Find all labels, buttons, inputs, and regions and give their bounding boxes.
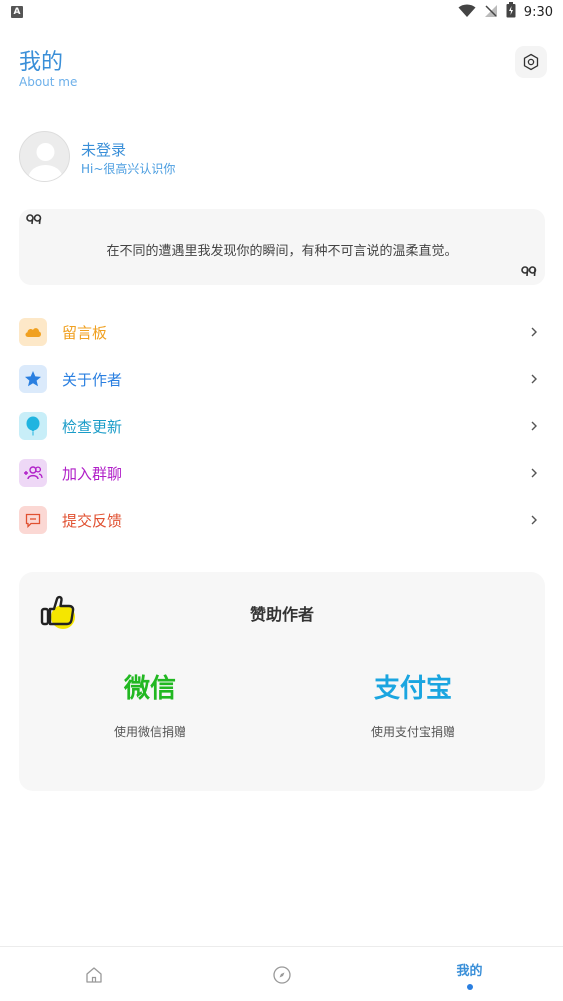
menu-item-feedback[interactable]: 提交反馈 (19, 502, 545, 538)
status-indicators: 9:30 (458, 2, 553, 22)
star-icon (19, 365, 47, 393)
add-group-icon (19, 459, 47, 487)
tab-home[interactable] (0, 947, 187, 1001)
profile-greeting: Hi~很高兴认识你 (81, 162, 176, 176)
balloon-icon (19, 412, 47, 440)
default-user-icon (28, 143, 63, 181)
settings-button[interactable] (515, 46, 547, 78)
cloud-icon (19, 318, 47, 346)
chevron-right-icon (531, 374, 537, 384)
avatar[interactable] (19, 131, 70, 182)
wechat-pay-option[interactable]: 微信 使用微信捐赠 (50, 668, 250, 740)
clock: 9:30 (523, 4, 553, 20)
sponsor-card: 赞助作者 微信 使用微信捐赠 支付宝 使用支付宝捐赠 (19, 572, 545, 791)
alipay-option[interactable]: 支付宝 使用支付宝捐赠 (313, 668, 513, 740)
feedback-icon (19, 506, 47, 534)
chevron-right-icon (531, 421, 537, 431)
chevron-right-icon (531, 515, 537, 525)
quote-text: 在不同的遭遇里我发现你的瞬间，有种不可言说的温柔直觉。 (106, 244, 458, 259)
quote-close-mark (521, 265, 537, 281)
wechat-subtitle: 使用微信捐赠 (113, 725, 186, 739)
wechat-title: 微信 (123, 674, 176, 704)
tab-discover[interactable] (188, 947, 375, 1001)
menu-item-check-update[interactable]: 检查更新 (19, 408, 545, 444)
active-tab-indicator (466, 983, 473, 990)
menu-item-message-board[interactable]: 留言板 (19, 314, 545, 350)
sponsor-title: 赞助作者 (249, 605, 314, 624)
tab-me[interactable]: 我的 (376, 947, 563, 1001)
compass-icon (272, 965, 291, 984)
wifi-icon (458, 3, 476, 22)
page-subtitle: About me (19, 75, 78, 89)
chevron-right-icon (531, 468, 537, 478)
battery-icon (506, 2, 516, 22)
settings-hex-icon (523, 53, 539, 71)
quote-open-mark (26, 214, 42, 230)
notification-app-icon: A (11, 6, 23, 18)
screen: A 9:30 我的 About me 未登录 Hi~很高兴认识你 在不同的遭遇里… (0, 0, 563, 1001)
page-title: 我的 (19, 50, 64, 75)
menu-label: 留言板 (62, 323, 108, 342)
menu-item-join-group[interactable]: 加入群聊 (19, 455, 545, 491)
no-signal-icon (484, 3, 498, 22)
alipay-subtitle: 使用支付宝捐赠 (370, 725, 455, 739)
menu-label: 加入群聊 (62, 464, 123, 483)
home-icon (85, 966, 102, 983)
bottom-nav: 我的 (0, 946, 563, 1001)
menu-label: 关于作者 (62, 370, 123, 389)
tab-me-label: 我的 (456, 963, 483, 979)
chevron-right-icon (531, 327, 537, 337)
profile-name[interactable]: 未登录 (81, 139, 126, 160)
menu-label: 检查更新 (62, 417, 123, 436)
status-bar: A 9:30 (0, 0, 563, 24)
quote-card: 在不同的遭遇里我发现你的瞬间，有种不可言说的温柔直觉。 (19, 209, 545, 285)
menu-item-about-author[interactable]: 关于作者 (19, 361, 545, 397)
alipay-title: 支付宝 (373, 674, 452, 704)
menu-label: 提交反馈 (62, 511, 123, 530)
